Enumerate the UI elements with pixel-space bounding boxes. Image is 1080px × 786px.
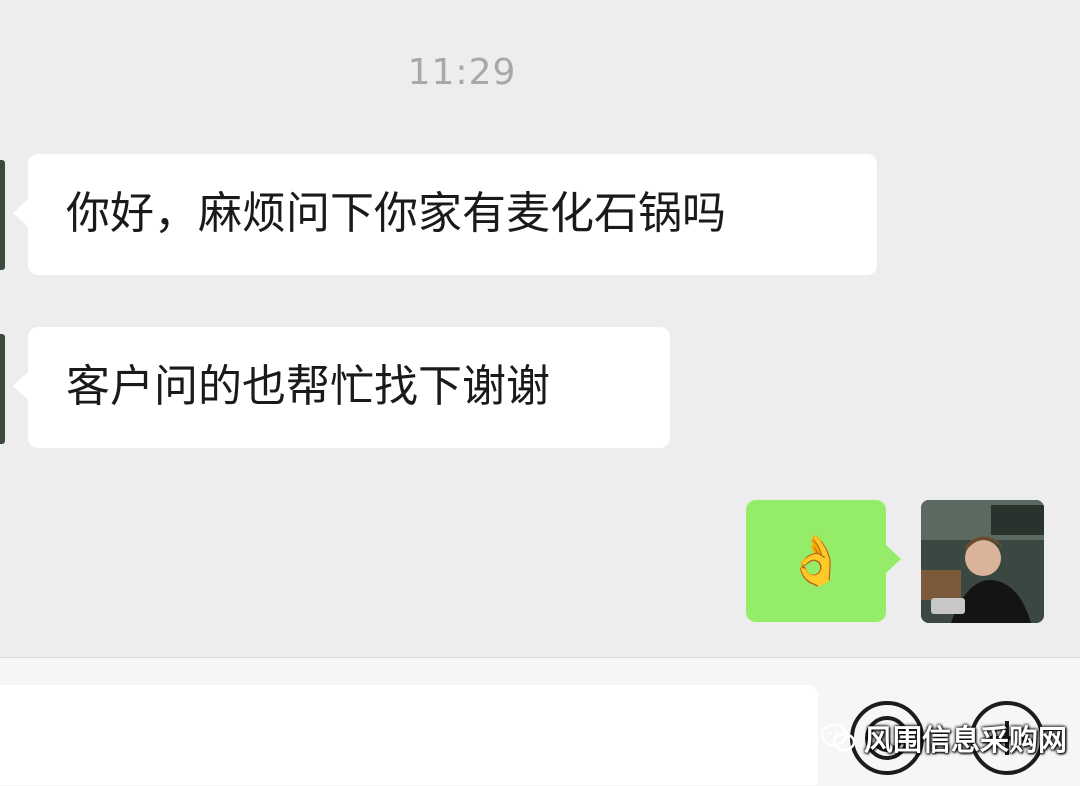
ok-hand-emoji: 👌	[786, 533, 846, 589]
message-text: 客户问的也帮忙找下谢谢	[66, 361, 550, 412]
incoming-message-bubble[interactable]: 你好，麻烦问下你家有麦化石锅吗	[13, 154, 877, 275]
incoming-message-bubble[interactable]: 客户问的也帮忙找下谢谢	[13, 327, 670, 448]
contact-avatar-edge[interactable]	[0, 160, 5, 270]
chat-message-area[interactable]: 11:29 你好，麻烦问下你家有麦化石锅吗 客户问的也帮忙找下谢谢 👌	[0, 0, 1080, 657]
watermark-text: 风围信息采购网	[864, 723, 1068, 757]
wechat-logo-icon	[820, 723, 856, 752]
user-avatar[interactable]	[921, 500, 1044, 623]
message-text: 你好，麻烦问下你家有麦化石锅吗	[66, 188, 726, 239]
message-timestamp: 11:29	[407, 52, 517, 93]
message-input[interactable]	[0, 685, 818, 785]
outgoing-message-bubble[interactable]: 👌	[746, 500, 901, 622]
contact-avatar-edge[interactable]	[0, 334, 5, 444]
watermark: 风围信息采购网	[820, 718, 1067, 758]
avatar-photo	[921, 500, 1044, 623]
